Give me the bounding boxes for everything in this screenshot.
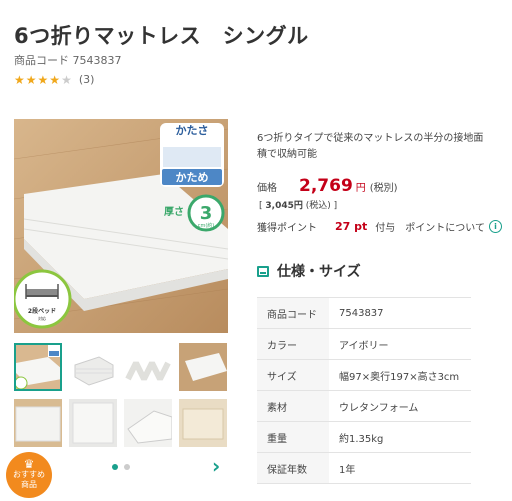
spec-value: ウレタンフォーム <box>329 390 471 422</box>
tax-included-price: [ 3,045円 (税込) ] <box>259 198 337 211</box>
spec-value: 1年 <box>329 452 471 484</box>
thumbnail-2[interactable] <box>69 343 117 391</box>
spec-key: 重量 <box>257 421 329 453</box>
crown-icon: ♛ <box>23 457 35 471</box>
pagination-dot-active[interactable] <box>112 464 118 470</box>
product-title: 6つ折りマットレス シングル <box>14 24 309 48</box>
table-row: カラー アイボリー <box>257 328 471 360</box>
points-row: 獲得ポイント 27 pt 付与 ポイントについて i <box>257 219 502 234</box>
spec-section-title: 仕様・サイズ <box>277 264 361 280</box>
thumbnail-7[interactable] <box>124 399 172 447</box>
thumbnail-3[interactable] <box>124 343 172 391</box>
spec-key: 素材 <box>257 390 329 422</box>
price-unit: 円 <box>355 183 366 194</box>
spec-value: 約1.35kg <box>329 421 471 453</box>
spec-key: サイズ <box>257 359 329 391</box>
thumbnail-1[interactable] <box>14 343 62 391</box>
info-icon[interactable]: i <box>488 220 502 233</box>
badge-line1: おすすめ <box>13 470 45 479</box>
points-value: 27 pt <box>335 220 368 233</box>
thumbnail-8[interactable] <box>179 399 227 447</box>
price-tax-note: (税別) <box>369 183 398 194</box>
spec-key: カラー <box>257 328 329 360</box>
spec-section-header: 仕様・サイズ <box>257 261 361 281</box>
ruler-icon <box>257 265 269 277</box>
product-code: 商品コード 7543837 <box>14 54 122 67</box>
taxin-note: (税込) <box>305 201 331 211</box>
table-row: 重量 約1.35kg <box>257 421 471 453</box>
table-row: 素材 ウレタンフォーム <box>257 390 471 422</box>
taxin-value: 3,045 <box>265 201 294 211</box>
thumbnail-6[interactable] <box>69 399 117 447</box>
bunk-bed-label: 2段ベッド <box>28 307 56 315</box>
table-row: サイズ 幅97×奥行197×高さ3cm <box>257 359 471 391</box>
thumbnail-4[interactable] <box>179 343 227 391</box>
thickness-value: 3 <box>200 203 213 224</box>
thumbnail-5[interactable] <box>14 399 62 447</box>
firmness-top-label: かたさ <box>176 124 209 137</box>
star-icon: ★ <box>37 72 49 87</box>
bracket-open: [ <box>259 201 263 211</box>
spec-value: 幅97×奥行197×高さ3cm <box>329 359 471 391</box>
spec-table: 商品コード 7543837 カラー アイボリー サイズ 幅97×奥行197×高さ3cm… <box>257 297 471 484</box>
star-icon: ★ <box>25 72 37 87</box>
points-suffix: 付与 <box>375 223 396 234</box>
price-label: 価格 <box>257 183 277 194</box>
thickness-label: 厚さ <box>164 206 184 218</box>
taxin-unit: 円 <box>293 201 303 211</box>
table-row: 商品コード 7543837 <box>257 297 471 329</box>
bunk-bed-sub: 対応 <box>38 315 46 321</box>
thickness-unit: cm(約) <box>198 222 215 229</box>
spec-value: アイボリー <box>329 328 471 360</box>
star-icon: ★ <box>14 72 25 87</box>
spec-key: 保証年数 <box>257 452 329 484</box>
points-info-link[interactable]: ポイントについて <box>405 219 485 234</box>
review-count[interactable]: (3) <box>79 73 95 86</box>
badge-line2: 商品 <box>21 480 37 489</box>
rating[interactable]: ★ ★ ★ ★ ★ (3) <box>14 73 94 86</box>
spec-value: 7543837 <box>329 297 471 329</box>
main-product-image[interactable]: かたさ かため 厚さ 3 cm(約) 2段ベッド 対応 <box>14 119 228 333</box>
star-icon: ★ <box>49 72 61 87</box>
star-empty-icon: ★ <box>61 72 72 87</box>
recommended-badge: ♛ おすすめ 商品 <box>6 452 52 498</box>
product-description: 6つ折りタイプで従来のマットレスの半分の接地面積で収納可能 <box>257 133 484 160</box>
gallery-pagination <box>112 464 130 470</box>
chevron-right-icon[interactable]: › <box>212 456 220 476</box>
pagination-dot[interactable] <box>124 464 130 470</box>
price-value: 2,769 <box>299 176 353 196</box>
bracket-close: ] <box>333 201 338 211</box>
firmness-bottom-label: かため <box>176 171 209 184</box>
table-row: 保証年数 1年 <box>257 452 471 484</box>
points-label: 獲得ポイント <box>257 223 317 234</box>
spec-key: 商品コード <box>257 297 329 329</box>
price-row: 価格 2,769 円 (税別) <box>257 176 398 196</box>
